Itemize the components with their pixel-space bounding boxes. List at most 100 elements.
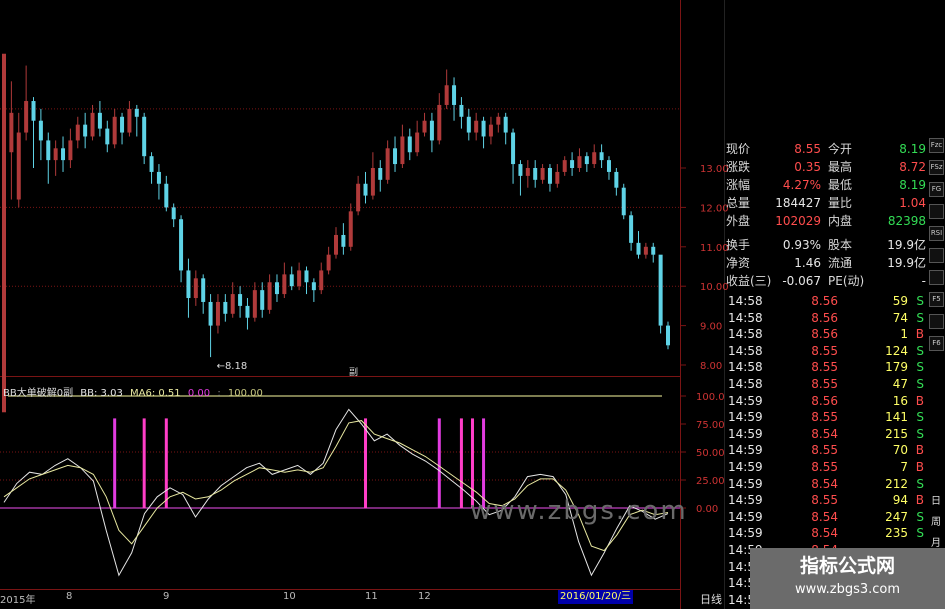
tick-volume: 141 [885, 410, 908, 425]
tick-price: 8.56 [811, 393, 838, 408]
quote-label: 最低 [828, 178, 853, 192]
candle-body [584, 156, 589, 165]
sub-chart-label[interactable]: 副 [349, 365, 358, 378]
period-label[interactable]: 日线 [700, 591, 722, 607]
tick-row: 14:59 8.55 94 B [726, 492, 926, 509]
quote-label: 量比 [828, 196, 853, 210]
candle-body [437, 104, 442, 141]
side-toolbar-button[interactable]: FSz [929, 160, 944, 175]
tick-volume: 94 [892, 493, 908, 508]
candle-body [252, 290, 257, 318]
quote-value: 102029 [775, 214, 821, 228]
candle-body [415, 132, 420, 153]
legend-v2: 100.00 [227, 388, 263, 399]
tick-side: S [916, 410, 924, 425]
candle-body [2, 53, 6, 413]
tick-row: 14:58 8.55 47 S [726, 376, 926, 393]
period-button[interactable]: 日 [931, 492, 941, 507]
tick-volume: 70 [892, 443, 908, 458]
price-tick-label: 10.00 [700, 282, 729, 293]
candle-body [533, 168, 538, 180]
tick-side: S [916, 377, 924, 391]
tick-side: B [915, 460, 924, 474]
period-button[interactable]: 周 [931, 513, 941, 528]
candle-body [186, 270, 191, 299]
candle-body [75, 124, 80, 141]
quote-row: 换手 0.93% 股本 19.9亿 [726, 236, 926, 254]
tick-time: 14:59 [728, 410, 763, 425]
tick-row: 14:59 8.56 16 B [726, 393, 926, 410]
side-toolbar-button[interactable]: F5 [929, 292, 944, 307]
side-toolbar-button[interactable]: F6 [929, 336, 944, 351]
signal-bar [437, 418, 441, 508]
tick-side: S [916, 343, 924, 358]
legend-v1: 0.00 [187, 388, 211, 399]
quote-label: 收益(三) [726, 274, 772, 288]
indicator-tick-label: 75.00 [696, 420, 725, 431]
tick-time: 14:59 [728, 493, 763, 508]
tick-side: B [915, 493, 924, 508]
side-toolbar-button[interactable]: Fzc [929, 138, 944, 153]
price-tick-label: 8.00 [700, 361, 722, 372]
tick-row: 14:58 8.55 124 S [726, 343, 926, 360]
quote-value: 1.04 [899, 196, 926, 210]
candle-body [444, 85, 449, 105]
quote-value: 19.9亿 [887, 256, 926, 270]
quote-value: 1.46 [794, 256, 821, 270]
candle-body [370, 168, 375, 196]
quote-label: PE(动) [828, 274, 865, 288]
side-toolbar-button[interactable]: RSI [929, 226, 944, 241]
tick-price: 8.55 [811, 460, 838, 474]
quote-value: - [921, 274, 926, 288]
candle-body [334, 234, 338, 255]
tick-time: 14:59 [728, 460, 763, 474]
tick-price: 8.56 [811, 310, 838, 325]
candle-body [481, 120, 486, 137]
quote-value: 8.19 [899, 142, 926, 156]
candle-body [223, 301, 228, 314]
candle-body [341, 234, 346, 247]
candle-body [171, 207, 176, 220]
candle-body [112, 116, 117, 145]
side-toolbar-button[interactable]: FG [929, 182, 944, 197]
tick-price: 8.55 [811, 377, 838, 391]
x-axis-label: 2015年 [0, 595, 36, 606]
candle-body [9, 112, 14, 153]
period-button[interactable]: 月 [931, 534, 941, 549]
candle-body [518, 164, 523, 176]
tick-side: S [916, 476, 924, 491]
quote-label: 现价 [726, 142, 751, 156]
tick-time: 14:59 [728, 526, 763, 541]
quote-label: 今开 [828, 142, 853, 156]
signal-bar [459, 418, 463, 508]
side-toolbar-button[interactable] [929, 204, 944, 219]
quote-label: 外盘 [726, 214, 751, 228]
tick-volume: 215 [885, 426, 908, 441]
tick-side: S [916, 310, 924, 325]
side-toolbar-button[interactable] [929, 248, 944, 263]
side-toolbar-button[interactable] [929, 314, 944, 329]
site-badge: 指标公式网 www.zbgs3.com [750, 548, 945, 609]
candle-body [614, 171, 619, 188]
candle-body [636, 242, 641, 255]
badge-url: www.zbgs3.com [794, 582, 901, 597]
tick-volume: 247 [885, 509, 908, 524]
candle-body [297, 270, 302, 287]
ma6-value: MA6: 0.51 [130, 388, 181, 399]
tick-price: 8.56 [811, 294, 838, 308]
tick-side: S [916, 360, 924, 375]
tick-price: 8.55 [811, 343, 838, 358]
x-axis-label: 8 [66, 591, 73, 602]
candle-body [459, 104, 464, 117]
quote-value: 184427 [775, 196, 821, 210]
tick-price: 8.55 [811, 410, 838, 425]
candle-body [540, 168, 545, 180]
tick-time: 14:58 [728, 294, 763, 308]
quote-row: 涨跌 0.35 最高 8.72 [726, 158, 926, 176]
candle-body [422, 120, 427, 133]
candle-body [156, 171, 161, 184]
side-toolbar-button[interactable] [929, 270, 944, 285]
candle-body [547, 168, 552, 184]
candle-body [651, 246, 656, 255]
quote-label: 最高 [828, 160, 853, 174]
